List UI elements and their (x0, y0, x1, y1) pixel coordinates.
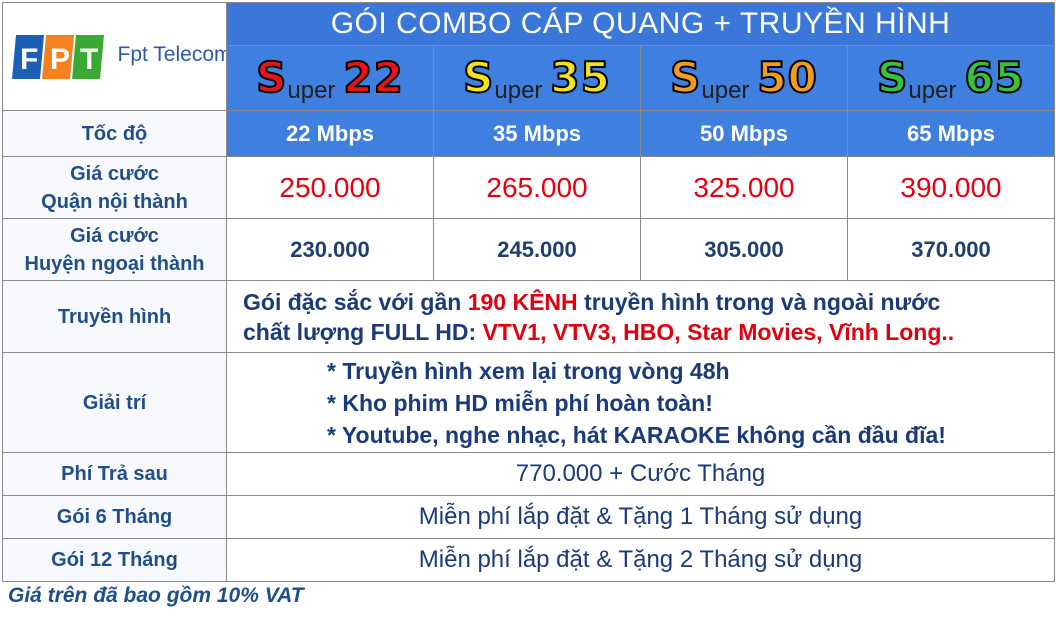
price-outer-value: 370.000 (846, 218, 1056, 281)
entertainment-list: * Truyền hình xem lại trong vòng 48h * K… (225, 352, 1056, 453)
price-inner-value: 325.000 (640, 156, 848, 219)
fpt-logo-icon: F P T (11, 34, 104, 79)
logo-text: Fpt Telecom (117, 42, 227, 66)
row-tv: Truyền hình Gói đặc sắc với gần 190 KÊNH… (2, 280, 1056, 353)
package-super-65: Super 65 (846, 45, 1056, 111)
row-six-month: Gói 6 Tháng Miễn phí lắp đặt & Tặng 1 Th… (2, 495, 1056, 539)
svg-text:P: P (50, 43, 70, 76)
twelve-month-label: Gói 12 Tháng (2, 538, 227, 582)
entertainment-item: * Truyền hình xem lại trong vòng 48h (327, 357, 730, 384)
price-inner-label: Giá cước Quận nội thành (2, 156, 227, 219)
entertainment-label: Giải trí (2, 352, 227, 453)
tv-description: Gói đặc sắc với gần 190 KÊNH truyền hình… (225, 280, 1056, 353)
postpaid-value: 770.000 + Cước Tháng (225, 452, 1056, 496)
package-super-35: Super 35 (433, 45, 641, 111)
row-twelve-month: Gói 12 Tháng Miễn phí lắp đặt & Tặng 2 T… (2, 538, 1056, 582)
speed-label: Tốc độ (2, 110, 227, 157)
logo-cell: F P T Fpt Telecom (2, 2, 227, 111)
channel-list: VTV1, VTV3, HBO, Star Movies, Vĩnh Long.… (482, 318, 955, 345)
price-inner-value: 250.000 (226, 156, 434, 219)
six-month-value: Miễn phí lắp đặt & Tặng 1 Tháng sử dụng (225, 495, 1056, 539)
price-table-image: F P T Fpt Telecom GÓI COMBO CÁP QUANG + … (0, 0, 1056, 618)
price-outer-value: 230.000 (226, 218, 434, 281)
row-price-outer: Giá cước Huyện ngoại thành 230.000 245.0… (2, 218, 1056, 281)
price-inner-value: 390.000 (846, 156, 1056, 219)
speed-value: 22 Mbps (226, 110, 434, 157)
price-outer-value: 245.000 (433, 218, 641, 281)
row-price-inner: Giá cước Quận nội thành 250.000 265.000 … (2, 156, 1056, 219)
price-table: F P T Fpt Telecom GÓI COMBO CÁP QUANG + … (2, 2, 1056, 582)
tv-label: Truyền hình (2, 280, 227, 353)
entertainment-item: * Kho phim HD miễn phí hoàn toàn! (327, 389, 713, 416)
price-inner-value: 265.000 (433, 156, 641, 219)
package-super-22: Super 22 (226, 45, 434, 111)
row-speed: Tốc độ 22 Mbps 35 Mbps 50 Mbps 65 Mbps (2, 110, 1056, 157)
price-outer-value: 305.000 (640, 218, 848, 281)
entertainment-item: * Youtube, nghe nhạc, hát KARAOKE không … (327, 421, 946, 448)
svg-text:T: T (80, 43, 98, 76)
fpt-logo: F P T Fpt Telecom (10, 25, 226, 89)
speed-value: 35 Mbps (433, 110, 641, 157)
speed-value: 65 Mbps (846, 110, 1056, 157)
speed-value: 50 Mbps (640, 110, 848, 157)
postpaid-label: Phí Trả sau (2, 452, 227, 496)
package-super-50: Super 50 (640, 45, 848, 111)
twelve-month-value: Miễn phí lắp đặt & Tặng 2 Tháng sử dụng (225, 538, 1056, 582)
vat-note: Giá trên đã bao gồm 10% VAT (8, 584, 304, 607)
six-month-label: Gói 6 Tháng (2, 495, 227, 539)
row-entertainment: Giải trí * Truyền hình xem lại trong vòn… (2, 352, 1056, 453)
svg-text:F: F (20, 43, 38, 76)
channel-count: 190 KÊNH (467, 288, 578, 315)
table-title: GÓI COMBO CÁP QUANG + TRUYỀN HÌNH (225, 2, 1056, 46)
price-outer-label: Giá cước Huyện ngoại thành (2, 218, 227, 281)
row-postpaid: Phí Trả sau 770.000 + Cước Tháng (2, 452, 1056, 496)
